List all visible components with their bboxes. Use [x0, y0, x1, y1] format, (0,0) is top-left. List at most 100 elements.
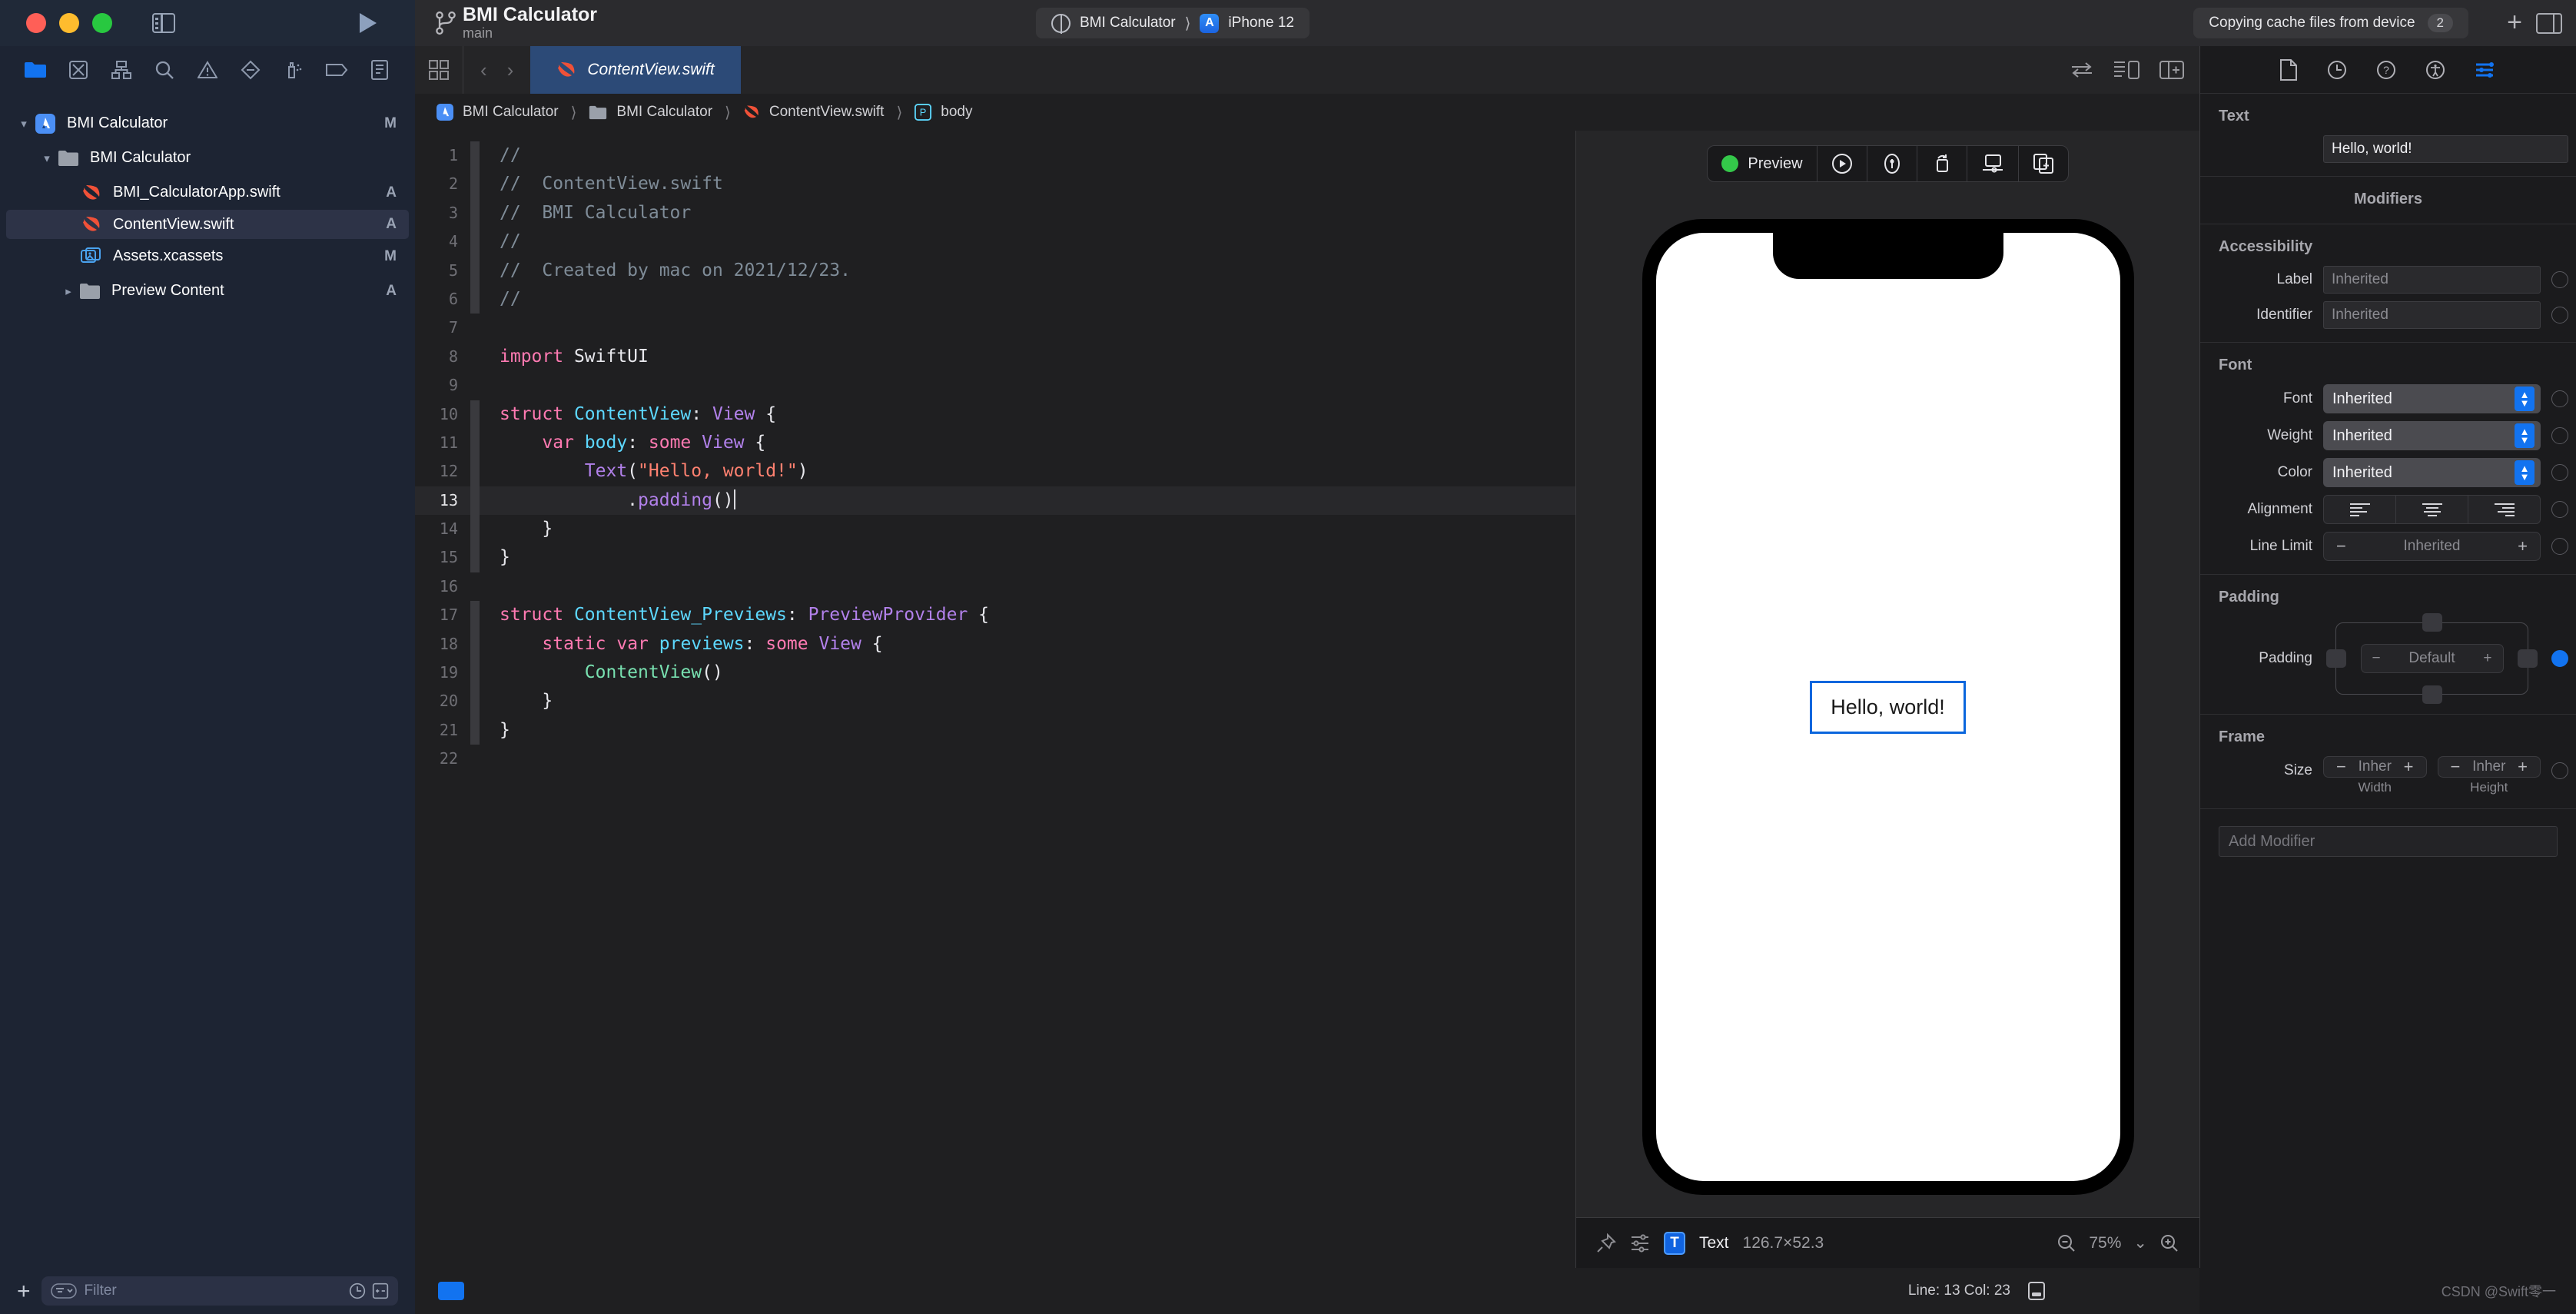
scheme-selector[interactable]: BMI Calculator ⟩ A iPhone 12: [1036, 8, 1310, 38]
code-line[interactable]: 1 //: [415, 141, 1575, 171]
forward-chevron-icon[interactable]: ›: [507, 58, 514, 82]
code-line[interactable]: 13 .padding(): [415, 486, 1575, 516]
minimap-grid-icon[interactable]: [415, 46, 463, 94]
increment-button[interactable]: +: [2518, 536, 2528, 556]
canvas-toggle-icon[interactable]: [2113, 60, 2139, 80]
preview-status[interactable]: Preview: [1708, 146, 1817, 181]
add-editor-pane-icon[interactable]: [2159, 60, 2184, 80]
code-line[interactable]: 7: [415, 314, 1575, 342]
source-control-icon[interactable]: [57, 55, 100, 85]
code-line[interactable]: 16: [415, 572, 1575, 601]
increment-button[interactable]: +: [2483, 650, 2491, 667]
report-icon[interactable]: [358, 55, 401, 85]
duplicate-preview-icon[interactable]: [2019, 146, 2068, 181]
accessibility-identifier-input[interactable]: Inherited: [2323, 301, 2541, 329]
padding-edge-control[interactable]: − Default +: [2322, 613, 2542, 704]
code-fold-ribbon[interactable]: [470, 141, 480, 171]
code-fold-ribbon[interactable]: [470, 428, 480, 458]
zoom-controls[interactable]: 75% ⌄: [2056, 1233, 2179, 1253]
code-fold-ribbon[interactable]: [470, 284, 480, 314]
chevron-updown-icon[interactable]: ▲ ▼: [2515, 460, 2535, 485]
code-fold-ribbon[interactable]: [470, 400, 480, 429]
code-line[interactable]: 10 struct ContentView: View {: [415, 400, 1575, 429]
font-toggle[interactable]: [2551, 390, 2568, 407]
tree-row-preview-content[interactable]: ▸ Preview Content A: [0, 274, 415, 308]
add-modifier-input[interactable]: Add Modifier: [2219, 826, 2558, 857]
device-screen[interactable]: Hello, world!: [1655, 233, 2120, 1181]
test-icon[interactable]: [229, 55, 272, 85]
device-settings-icon[interactable]: [1967, 146, 2019, 181]
accessibility-inspector-icon[interactable]: [2425, 60, 2445, 80]
maximize-window-button[interactable]: [92, 13, 112, 33]
preview-settings-icon[interactable]: [1630, 1233, 1650, 1253]
code-fold-ribbon[interactable]: [470, 659, 480, 688]
filter-toggles[interactable]: [349, 1282, 389, 1299]
code-lines[interactable]: 1 // 2 // ContentView.swift 3 // BMI Calculat…: [415, 131, 1575, 774]
code-editor[interactable]: 1 // 2 // ContentView.swift 3 // BMI Calculat…: [415, 131, 1575, 1268]
code-fold-ribbon[interactable]: [470, 170, 480, 199]
code-fold-ribbon[interactable]: [470, 343, 480, 371]
line-limit-toggle[interactable]: [2551, 538, 2568, 555]
code-fold-ribbon[interactable]: [470, 457, 480, 486]
code-fold-ribbon[interactable]: [470, 256, 480, 285]
increment-button[interactable]: +: [2518, 757, 2528, 777]
preview-control-pill[interactable]: Preview: [1707, 145, 2069, 182]
line-limit-stepper[interactable]: − Inherited +: [2323, 532, 2541, 561]
code-line[interactable]: 2 // ContentView.swift: [415, 170, 1575, 199]
preview-stage[interactable]: Hello, world!: [1576, 197, 2199, 1217]
code-line[interactable]: 12 Text("Hello, world!"): [415, 457, 1575, 486]
align-right-icon[interactable]: [2468, 496, 2540, 523]
tree-row-project[interactable]: ▾ BMI Calculator M: [0, 106, 415, 141]
add-editor-button[interactable]: +: [2507, 9, 2522, 35]
tree-row-file-selected[interactable]: ContentView.swift A: [6, 210, 409, 239]
padding-top-handle[interactable]: [2422, 613, 2442, 632]
tree-row-file[interactable]: BMI_CalculatorApp.swift A: [0, 175, 415, 210]
code-line[interactable]: 6 //: [415, 284, 1575, 314]
code-line[interactable]: 17 struct ContentView_Previews: PreviewPr…: [415, 601, 1575, 630]
weight-toggle[interactable]: [2551, 427, 2568, 444]
code-line[interactable]: 11 var body: some View {: [415, 428, 1575, 458]
run-button[interactable]: [360, 13, 377, 33]
tree-row-group[interactable]: ▾ BMI Calculator: [0, 141, 415, 175]
preview-selected-view[interactable]: Hello, world!: [1810, 680, 1966, 734]
color-select[interactable]: Inherited ▲ ▼: [2323, 458, 2541, 487]
zoom-out-icon[interactable]: [2056, 1233, 2076, 1253]
align-left-icon[interactable]: [2324, 496, 2396, 523]
accessibility-label-input[interactable]: Inherited: [2323, 266, 2541, 294]
rotate-device-icon[interactable]: [1917, 146, 1967, 181]
decrement-button[interactable]: −: [2372, 650, 2381, 667]
code-fold-ribbon[interactable]: [470, 314, 480, 342]
issue-icon[interactable]: [186, 55, 229, 85]
code-line[interactable]: 3 // BMI Calculator: [415, 198, 1575, 228]
close-window-button[interactable]: [26, 13, 46, 33]
disclosure-triangle-icon[interactable]: ▾: [37, 151, 57, 165]
code-fold-ribbon[interactable]: [470, 745, 480, 773]
filter-options-icon[interactable]: [50, 1282, 77, 1299]
quick-help-icon[interactable]: ?: [2376, 60, 2396, 80]
code-line[interactable]: 14 }: [415, 515, 1575, 544]
code-fold-ribbon[interactable]: [470, 715, 480, 745]
breadcrumb-item-group[interactable]: BMI Calculator: [616, 104, 712, 121]
filter-field[interactable]: Filter: [41, 1276, 398, 1306]
code-line[interactable]: 15}: [415, 543, 1575, 572]
font-select[interactable]: Inherited ▲ ▼: [2323, 384, 2541, 413]
inspect-preview-icon[interactable]: [1867, 146, 1917, 181]
frame-width-stepper[interactable]: − Inher +: [2323, 756, 2427, 778]
tree-row-assets[interactable]: Assets.xcassets M: [0, 239, 415, 274]
code-fold-ribbon[interactable]: [470, 687, 480, 716]
code-line[interactable]: 5 // Created by mac on 2021/12/23.: [415, 256, 1575, 285]
align-center-icon[interactable]: [2396, 496, 2468, 523]
breadcrumb-item-project[interactable]: BMI Calculator: [463, 104, 559, 121]
accessibility-label-toggle[interactable]: [2551, 271, 2568, 288]
disclosure-triangle-icon[interactable]: ▸: [58, 284, 78, 298]
code-fold-ribbon[interactable]: [470, 629, 480, 659]
decrement-button[interactable]: −: [2336, 757, 2346, 777]
live-preview-icon[interactable]: [1817, 146, 1867, 181]
code-line[interactable]: 18 static var previews: some View {: [415, 629, 1575, 659]
frame-height-stepper[interactable]: − Inher +: [2437, 756, 2541, 778]
add-file-button[interactable]: +: [17, 1279, 31, 1302]
code-line[interactable]: 9: [415, 371, 1575, 400]
tab-contentview-swift[interactable]: ContentView.swift: [530, 46, 741, 94]
increment-button[interactable]: +: [2404, 757, 2414, 777]
decrement-button[interactable]: −: [2451, 757, 2461, 777]
